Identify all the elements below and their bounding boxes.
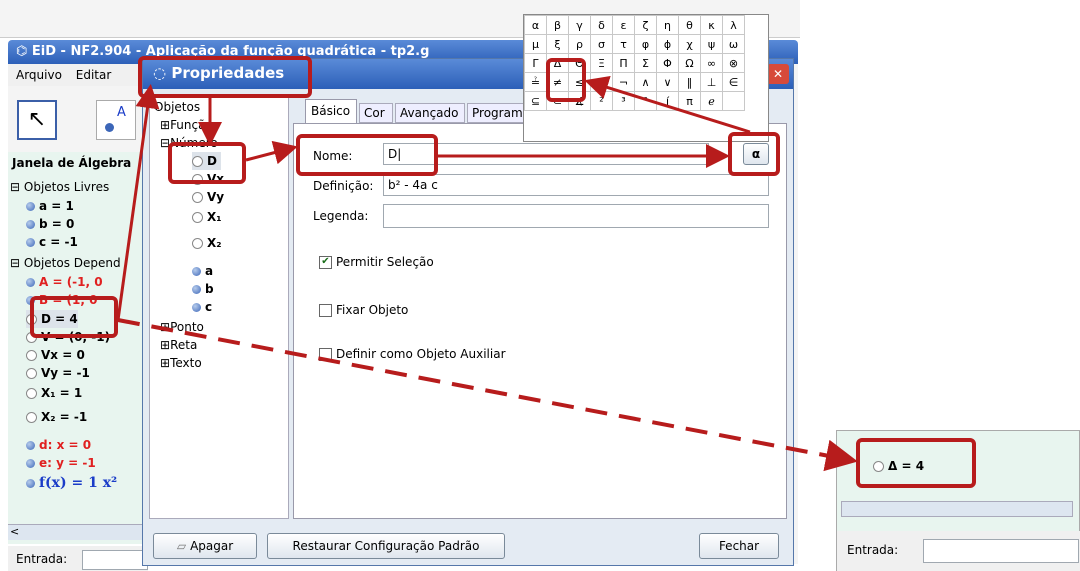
- arrow-alpha-to-delta: [584, 75, 751, 134]
- annotation-arrows: [116, 75, 858, 472]
- arrow-algebra-to-title: [116, 84, 160, 321]
- arrow-tree-to-name: [245, 140, 298, 165]
- arrow-algebra-to-result: [117, 318, 858, 472]
